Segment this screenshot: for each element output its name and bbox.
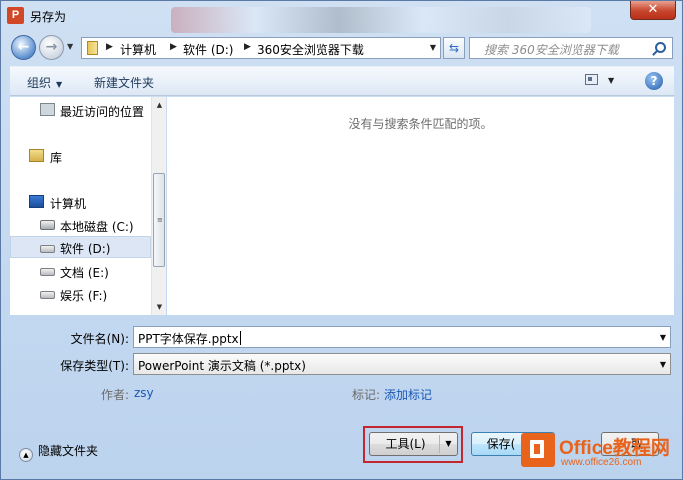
nav-item-drive-d[interactable]: 软件 (D:): [10, 236, 151, 258]
navigation-pane: 最近访问的位置 库 计算机 本地磁盘 (C:) 软件 (D:) 文档 (E:) …: [10, 97, 166, 315]
search-placeholder: 搜索 360安全浏览器下载: [484, 43, 619, 57]
title-bar: P 另存为 ✕: [1, 1, 682, 33]
library-icon: [29, 149, 44, 162]
address-bar[interactable]: ▶ 计算机 ▶ 软件 (D:) ▶ 360安全浏览器下载 ▼: [81, 37, 441, 59]
window-title: 另存为: [30, 10, 67, 24]
watermark-url: www.office26.com: [561, 457, 642, 468]
nav-item-drive-e[interactable]: 文档 (E:): [10, 260, 151, 282]
organize-menu[interactable]: 组织 ▼: [27, 74, 62, 91]
hide-folders-label: 隐藏文件夹: [38, 444, 99, 458]
chevron-down-icon[interactable]: ▼: [660, 333, 666, 342]
save-label: 保存(: [486, 437, 516, 451]
hide-folders-toggle[interactable]: ▲ 隐藏文件夹: [19, 442, 98, 462]
recent-pages-dropdown[interactable]: ▼: [67, 42, 73, 51]
nav-item-label: 库: [50, 151, 63, 165]
nav-item-drive-c[interactable]: 本地磁盘 (C:): [10, 214, 151, 236]
scroll-up-icon[interactable]: ▲: [152, 97, 167, 113]
change-view-button[interactable]: [585, 74, 598, 85]
scrollbar-thumb[interactable]: ≡: [153, 173, 165, 267]
search-icon[interactable]: [655, 42, 666, 53]
filetype-select[interactable]: PowerPoint 演示文稿 (*.pptx) ▼: [133, 353, 671, 375]
save-as-dialog: P 另存为 ✕ ← → ▼ ▶ 计算机 ▶ 软件 (D:) ▶ 360安全浏览器…: [0, 0, 683, 480]
organize-label: 组织: [27, 76, 52, 90]
nav-item-recent-places[interactable]: 最近访问的位置: [10, 99, 151, 121]
breadcrumb-separator[interactable]: ▶: [244, 42, 251, 52]
drive-icon: [40, 291, 55, 299]
nav-item-label: 最近访问的位置: [60, 105, 145, 119]
nav-item-label: 软件 (D:): [60, 242, 111, 256]
tools-button[interactable]: 工具(L) ▼: [369, 432, 458, 456]
chevron-down-icon[interactable]: ▼: [430, 43, 436, 52]
powerpoint-icon: P: [7, 7, 24, 24]
back-button[interactable]: ←: [11, 35, 36, 60]
breadcrumb-computer[interactable]: 计算机: [120, 41, 156, 58]
nav-item-libraries[interactable]: 库: [10, 145, 151, 167]
forward-button[interactable]: →: [39, 35, 64, 60]
office-logo-icon: [521, 433, 555, 467]
filetype-value: PowerPoint 演示文稿 (*.pptx): [138, 359, 306, 373]
search-input[interactable]: 搜索 360安全浏览器下载: [469, 37, 673, 59]
close-button[interactable]: ✕: [630, 1, 676, 20]
grip-icon: ≡: [157, 216, 163, 224]
chevron-down-icon: ▼: [659, 360, 666, 369]
navigation-bar: ← → ▼ ▶ 计算机 ▶ 软件 (D:) ▶ 360安全浏览器下载 ▼ ⇆ 搜…: [1, 32, 682, 62]
folder-icon: [85, 41, 99, 55]
filetype-label: 保存类型(T):: [60, 359, 129, 373]
nav-item-drive-f[interactable]: 娱乐 (F:): [10, 283, 151, 305]
chevron-down-icon[interactable]: ▼: [439, 435, 457, 453]
scroll-down-icon[interactable]: ▼: [152, 299, 167, 315]
nav-item-label: 计算机: [50, 197, 87, 211]
tags-label: 标记:: [352, 388, 381, 402]
computer-icon: [29, 195, 44, 208]
drive-icon: [40, 268, 55, 276]
background-ghost-image: [171, 7, 591, 33]
author-value[interactable]: zsy: [134, 386, 154, 400]
drive-icon: [40, 245, 55, 253]
tags-value[interactable]: 添加标记: [384, 386, 432, 403]
empty-message: 没有与搜索条件匹配的项。: [348, 117, 493, 131]
breadcrumb-separator[interactable]: ▶: [170, 42, 177, 52]
help-icon[interactable]: ?: [645, 72, 663, 90]
tools-label: 工具(L): [385, 437, 426, 451]
refresh-button[interactable]: ⇆: [443, 37, 465, 59]
new-folder-button[interactable]: 新建文件夹: [94, 74, 154, 91]
filename-field[interactable]: PPT字体保存.pptx ▼: [133, 326, 671, 348]
collapse-icon: ▲: [19, 448, 33, 462]
nav-item-label: 娱乐 (F:): [60, 289, 108, 303]
chevron-down-icon: ▼: [56, 80, 63, 89]
nav-item-label: 文档 (E:): [60, 266, 109, 280]
breadcrumb-folder[interactable]: 360安全浏览器下载: [257, 41, 364, 58]
navigation-pane-scrollbar[interactable]: ▲ ≡ ▼: [151, 97, 166, 315]
watermark: Office教程网 www.office26.com: [521, 433, 681, 473]
recent-places-icon: [40, 103, 55, 116]
breadcrumb-separator[interactable]: ▶: [106, 42, 113, 52]
nav-item-computer[interactable]: 计算机: [10, 191, 151, 213]
system-drive-icon: [40, 220, 55, 230]
author-label: 作者:: [101, 388, 130, 402]
filename-label: 文件名(N):: [70, 332, 129, 346]
nav-item-label: 本地磁盘 (C:): [60, 220, 134, 234]
filename-value: PPT字体保存.pptx: [138, 331, 241, 346]
breadcrumb-drive-d[interactable]: 软件 (D:): [183, 41, 233, 58]
chevron-down-icon[interactable]: ▼: [608, 76, 614, 85]
watermark-title: Office教程网: [559, 438, 670, 459]
command-toolbar: 组织 ▼ 新建文件夹 ▼ ?: [10, 66, 674, 96]
file-list-pane[interactable]: 没有与搜索条件匹配的项。: [167, 97, 674, 315]
